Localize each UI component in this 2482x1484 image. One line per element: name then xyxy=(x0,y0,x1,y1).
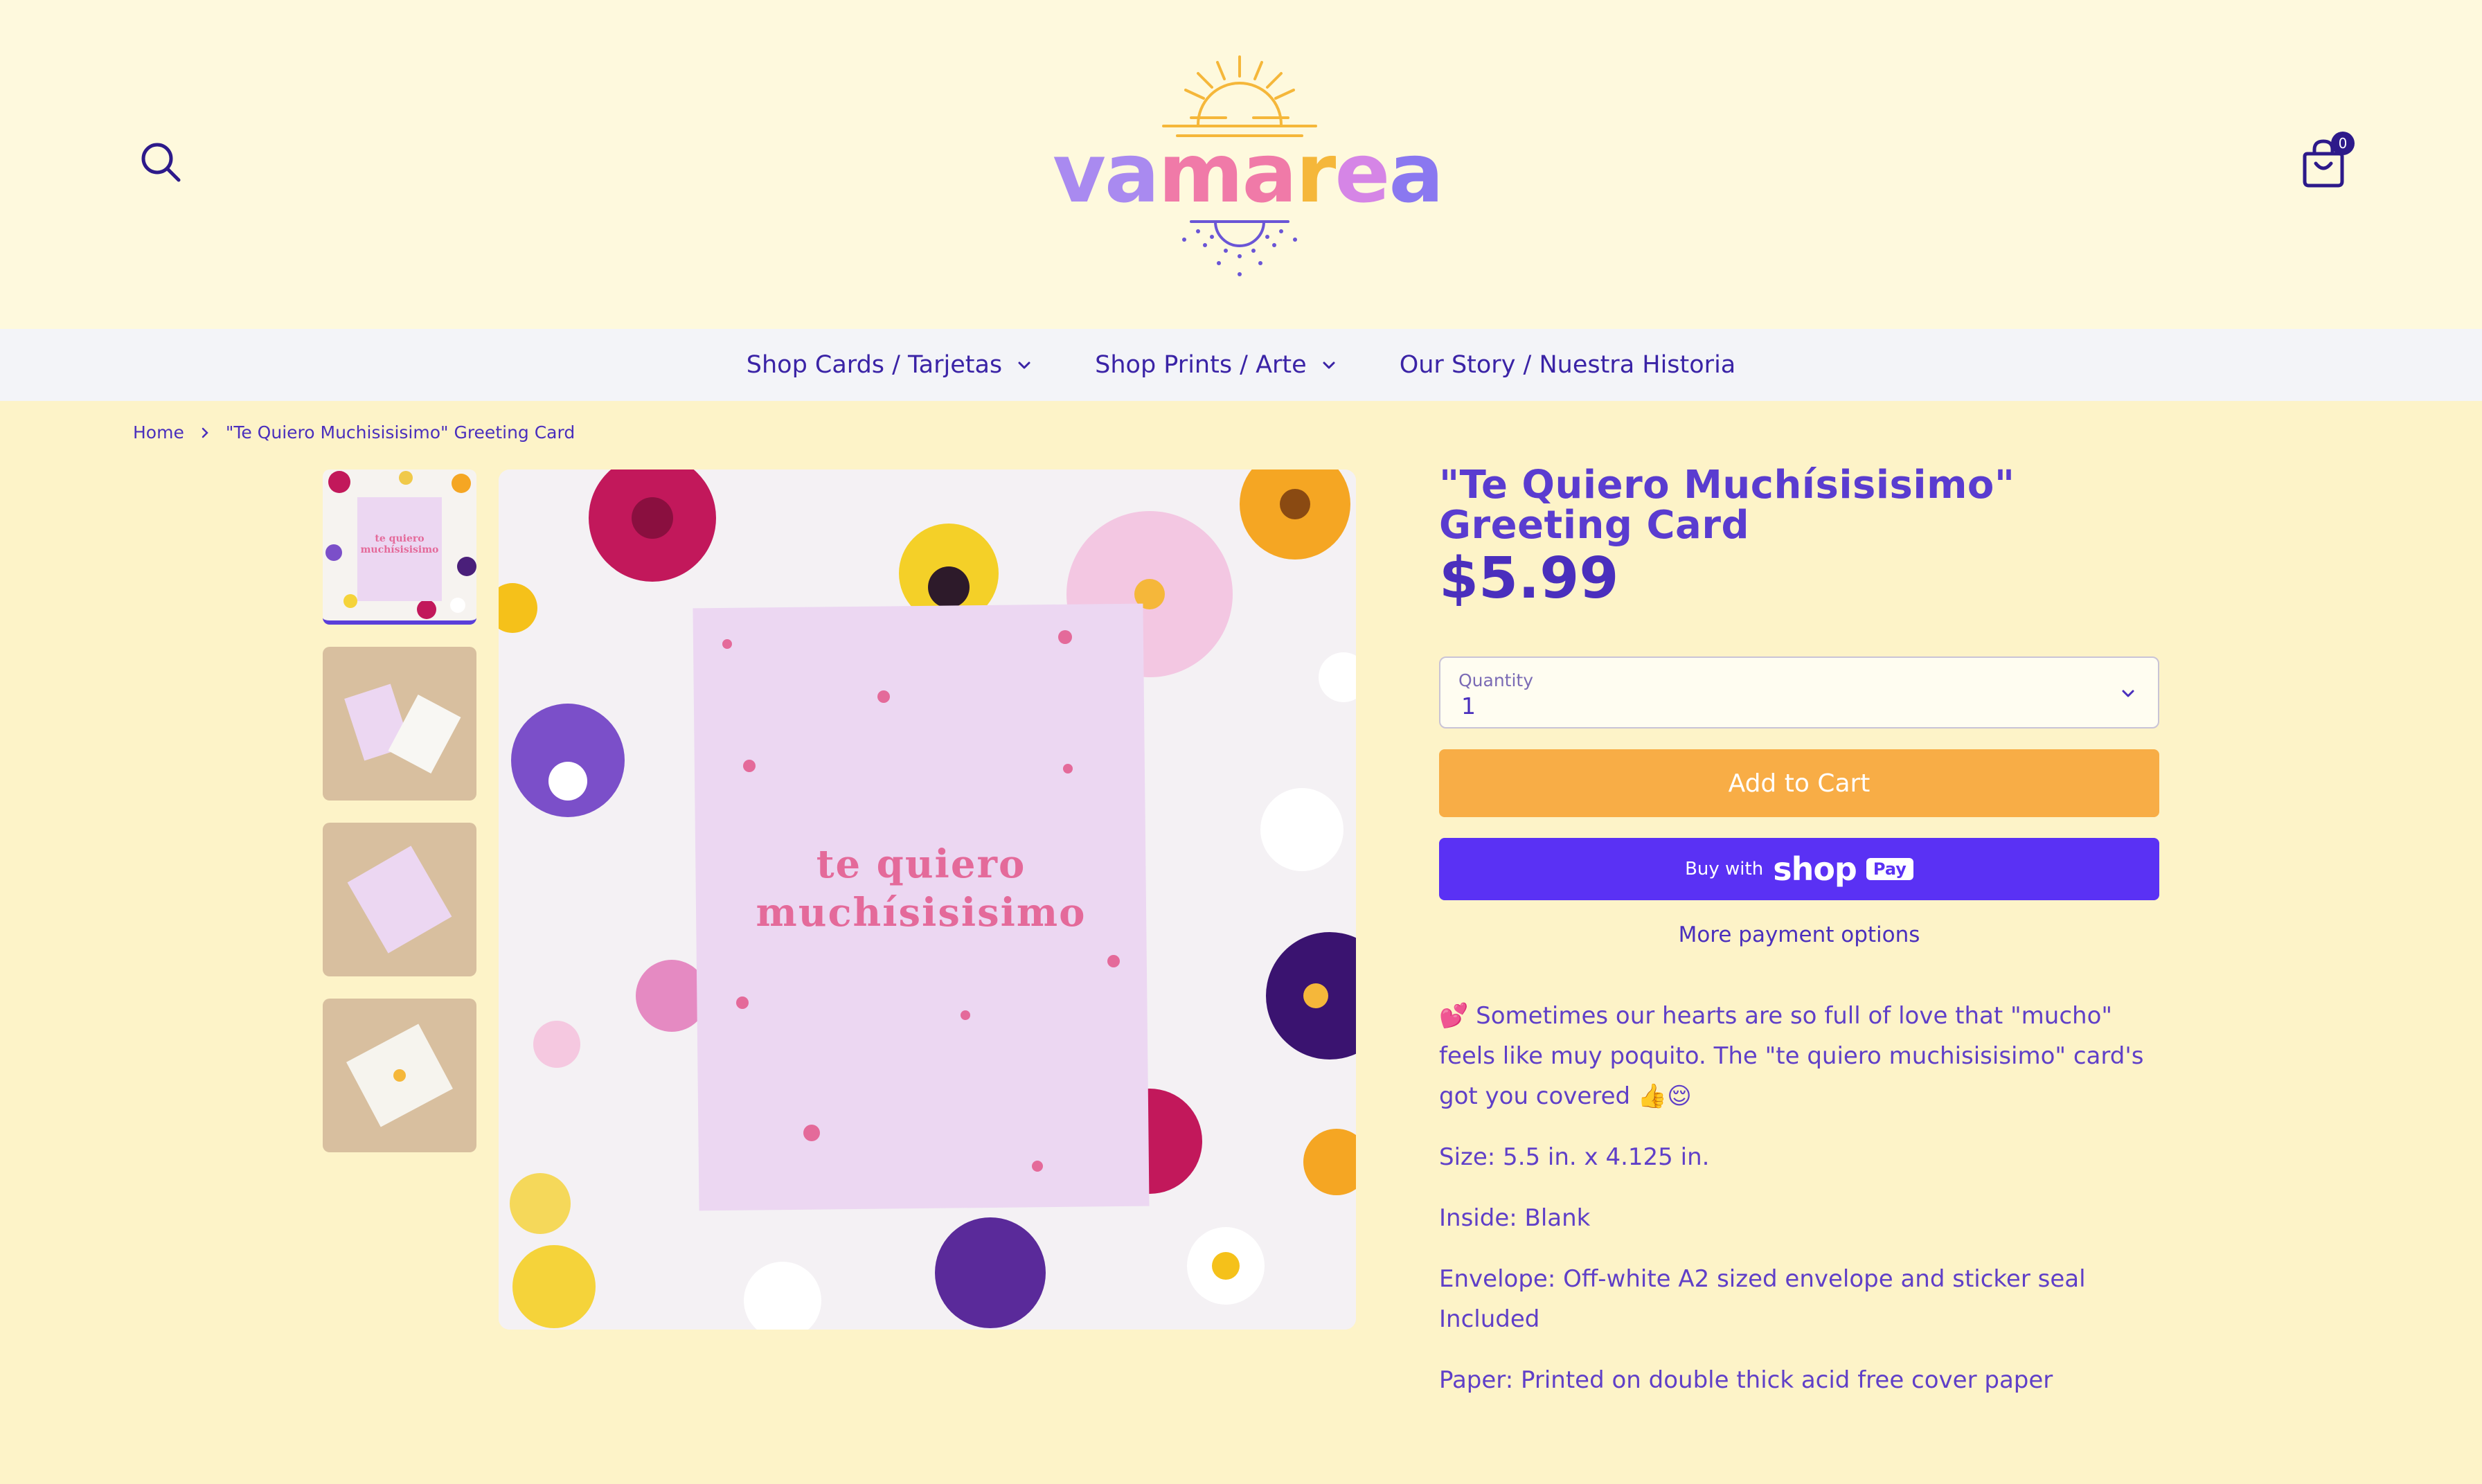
description-size: Size: 5.5 in. x 4.125 in. xyxy=(1439,1143,1710,1171)
thumbnail-envelope-image xyxy=(346,1023,453,1127)
cart-count-badge: 0 xyxy=(2331,132,2355,155)
logo-wordmark: vamarea xyxy=(1053,125,1444,221)
product-description: 💕 Sometimes our hearts are so full of lo… xyxy=(1439,996,2159,1400)
thumbnail-card-image xyxy=(347,846,452,954)
nav-our-story-label: Our Story / Nuestra Historia xyxy=(1399,351,1736,379)
nav-shop-cards-label: Shop Cards / Tarjetas xyxy=(746,351,1003,379)
quantity-value: 1 xyxy=(1461,692,1476,719)
quantity-select[interactable]: Quantity 1 xyxy=(1439,656,2159,728)
breadcrumb: Home "Te Quiero Muchisisisimo" Greeting … xyxy=(133,422,575,442)
add-to-cart-button[interactable]: Add to Cart xyxy=(1439,749,2159,817)
buy-with-label: Buy with xyxy=(1685,859,1764,879)
site-header: vamarea 0 xyxy=(0,0,2482,329)
pay-badge: Pay xyxy=(1866,858,1913,880)
search-icon[interactable] xyxy=(139,140,184,186)
breadcrumb-home[interactable]: Home xyxy=(133,422,184,442)
quantity-label: Quantity xyxy=(1458,670,1534,690)
product-price: $5.99 xyxy=(1439,546,1619,611)
cart-icon[interactable]: 0 xyxy=(2298,132,2355,190)
card-text-line1: te quiero xyxy=(816,841,1026,887)
thumb-card-text-1: te quiero xyxy=(375,533,425,544)
product-thumbnail[interactable] xyxy=(323,823,476,976)
card-text-line2: muchísisisimo xyxy=(756,890,1087,936)
description-paper: Paper: Printed on double thick acid free… xyxy=(1439,1366,2053,1394)
buy-with-shoppay-button[interactable]: Buy with shop Pay xyxy=(1439,838,2159,900)
product-thumbnails: te quiero muchísisisimo xyxy=(323,470,476,1174)
chevron-down-icon xyxy=(1323,361,1335,369)
main-navigation: Shop Cards / Tarjetas Shop Prints / Arte… xyxy=(0,329,2482,401)
site-logo[interactable]: vamarea xyxy=(1053,48,1444,287)
product-info: "Te Quiero Muchísisisimo" Greeting Card … xyxy=(1439,465,2159,1421)
chevron-down-icon xyxy=(2122,690,2134,697)
chevron-right-icon xyxy=(202,427,208,438)
nav-our-story[interactable]: Our Story / Nuestra Historia xyxy=(1400,351,1736,379)
nav-shop-prints-label: Shop Prints / Arte xyxy=(1095,351,1307,379)
thumb-card-text-2: muchísisisimo xyxy=(360,544,439,555)
product-thumbnail[interactable]: te quiero muchísisisimo xyxy=(323,470,476,625)
thumbnail-card-envelope-image xyxy=(344,683,461,774)
description-envelope: Envelope: Off-white A2 sized envelope an… xyxy=(1439,1265,2086,1333)
nav-shop-prints[interactable]: Shop Prints / Arte xyxy=(1095,351,1337,379)
product-title: "Te Quiero Muchísisisimo" Greeting Card xyxy=(1439,463,2015,548)
product-thumbnail[interactable] xyxy=(323,999,476,1152)
product-thumbnail[interactable] xyxy=(323,647,476,801)
description-lead: 💕 Sometimes our hearts are so full of lo… xyxy=(1439,1002,2144,1110)
breadcrumb-current: "Te Quiero Muchisisisimo" Greeting Card xyxy=(225,422,575,442)
product-main-image[interactable]: te quiero muchísisisimo xyxy=(499,470,1356,1330)
shop-logo: shop xyxy=(1773,850,1857,888)
more-payment-options-link[interactable]: More payment options xyxy=(1439,922,2159,947)
nav-shop-cards[interactable]: Shop Cards / Tarjetas xyxy=(747,351,1033,379)
chevron-down-icon xyxy=(1018,361,1030,369)
description-inside: Inside: Blank xyxy=(1439,1204,1591,1232)
